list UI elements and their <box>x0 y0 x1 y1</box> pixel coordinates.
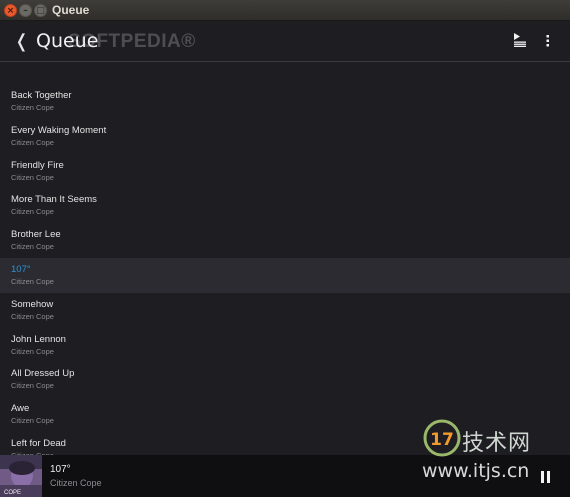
queue-item[interactable]: John Lennon Citizen Cope <box>0 328 570 363</box>
track-title: Back Together <box>11 90 72 101</box>
menu-icon[interactable] <box>545 34 551 48</box>
site-logo-number: 17 <box>430 430 454 450</box>
site-watermark: 17 技术网 www.itjs.cn <box>418 416 568 486</box>
queue-item-now-playing[interactable]: 107° Citizen Cope <box>0 257 570 293</box>
window-titlebar: × – □ Queue <box>0 0 570 21</box>
queue-item[interactable]: All Dressed Up Citizen Cope <box>0 362 570 397</box>
track-title: Brother Lee <box>11 229 61 241</box>
track-title: Friendly Fire <box>11 159 64 171</box>
queue-item[interactable]: Somehow Citizen Cope <box>0 293 570 328</box>
queue-item[interactable]: Brother Lee Citizen Cope <box>0 223 570 258</box>
header-divider <box>0 61 570 62</box>
track-artist: Citizen Cope <box>11 242 54 252</box>
queue-icon[interactable] <box>513 33 527 47</box>
track-title: Left for Dead <box>11 437 66 449</box>
track-title: Every Waking Moment <box>11 124 107 136</box>
queue-list: Back Together Citizen Cope Every Waking … <box>0 84 570 467</box>
site-logo-text: 技术网 <box>462 431 532 456</box>
softpedia-watermark: SOFTPEDIA® <box>68 31 196 52</box>
track-title: John Lennon <box>11 333 66 345</box>
queue-item[interactable]: Every Waking Moment Citizen Cope <box>0 119 570 154</box>
album-art[interactable]: COPE <box>0 455 42 497</box>
queue-item[interactable]: Friendly Fire Citizen Cope <box>0 154 570 189</box>
track-artist: Citizen Cope <box>11 172 54 182</box>
window-close-button[interactable]: × <box>4 4 17 17</box>
queue-item[interactable]: More Than It Seems Citizen Cope <box>0 188 570 223</box>
site-logo-icon: 17 <box>423 419 461 457</box>
track-title: Somehow <box>11 298 54 310</box>
album-art-text: COPE <box>4 490 21 496</box>
track-artist: Citizen Cope <box>11 276 54 286</box>
track-title: 107° <box>11 263 31 275</box>
track-artist: Citizen Cope <box>11 381 54 391</box>
window-minimize-button[interactable]: – <box>19 4 32 17</box>
track-title: All Dressed Up <box>11 368 75 380</box>
app-header: ❬ Queue SOFTPEDIA® <box>0 21 570 73</box>
album-art-image: COPE <box>0 455 42 497</box>
track-artist: Citizen Cope <box>11 346 54 356</box>
window-maximize-button[interactable]: □ <box>34 4 47 17</box>
now-playing-title: 107° <box>50 464 71 475</box>
track-artist: Citizen Cope <box>11 311 54 321</box>
track-title: More Than It Seems <box>11 194 97 206</box>
queue-item[interactable]: Back Together Citizen Cope <box>0 84 570 119</box>
track-artist: Citizen Cope <box>11 137 54 147</box>
track-artist: Citizen Cope <box>11 207 54 217</box>
site-url: www.itjs.cn <box>422 460 530 482</box>
now-playing-artist: Citizen Cope <box>50 478 102 488</box>
track-artist: Citizen Cope <box>11 103 54 112</box>
track-title: Awe <box>11 403 30 415</box>
back-icon[interactable]: ❬ <box>14 30 29 54</box>
track-artist: Citizen Cope <box>11 416 54 426</box>
window-title: Queue <box>52 3 90 17</box>
